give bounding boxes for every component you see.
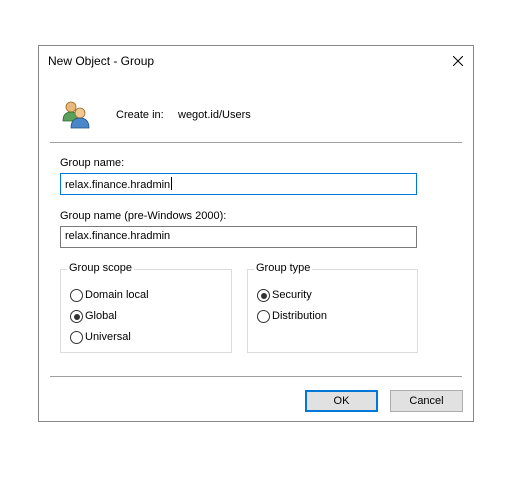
new-object-group-dialog: New Object - Group Create in: wegot.id/U… (38, 45, 474, 422)
dialog-title: New Object - Group (48, 54, 155, 68)
group-name-input[interactable]: relax.finance.hradmin (60, 173, 417, 195)
group-type-legend: Group type (254, 262, 313, 274)
group-scope-legend: Group scope (67, 262, 134, 274)
top-separator (50, 142, 462, 143)
group-name-label: Group name: (60, 157, 125, 169)
scope-universal-label: Universal (85, 331, 131, 343)
bottom-separator (50, 376, 462, 377)
ok-button[interactable]: OK (305, 390, 378, 412)
pre-windows-2000-label: Group name (pre-Windows 2000): (60, 210, 227, 222)
radio-circle-selected (257, 289, 270, 302)
group-type-box: Group type Security Distribution (247, 262, 418, 353)
create-in-label: Create in: (116, 109, 164, 121)
scope-domain-local-label: Domain local (85, 289, 149, 301)
create-in-path: wegot.id/Users (178, 109, 251, 121)
group-scope-box: Group scope Domain local Global Universa… (60, 262, 232, 353)
type-security-label: Security (272, 289, 312, 301)
group-users-icon (62, 101, 90, 129)
pre-windows-2000-input[interactable]: relax.finance.hradmin (60, 226, 417, 248)
pre-windows-2000-value: relax.finance.hradmin (65, 230, 171, 242)
group-name-value: relax.finance.hradmin (65, 179, 171, 191)
title-bar: New Object - Group (39, 46, 473, 76)
dialog-body: Create in: wegot.id/Users Group name: re… (39, 76, 473, 421)
radio-circle (70, 289, 83, 302)
close-icon (453, 56, 463, 66)
cancel-button[interactable]: Cancel (390, 390, 463, 412)
radio-circle (70, 331, 83, 344)
text-caret (171, 177, 173, 190)
radio-circle (257, 310, 270, 323)
scope-global-label: Global (85, 310, 117, 322)
type-distribution-label: Distribution (272, 310, 328, 322)
close-button[interactable] (443, 46, 473, 76)
radio-circle-selected (70, 310, 83, 323)
